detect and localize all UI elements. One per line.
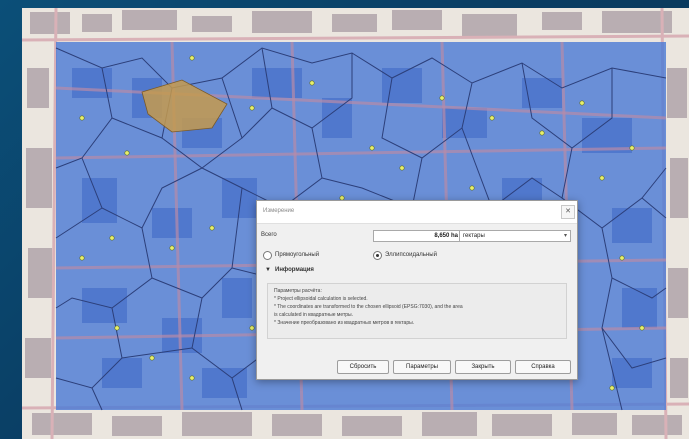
- dialog-titlebar[interactable]: Измерение ✕: [257, 201, 577, 224]
- unit-select[interactable]: гектары ▾: [459, 230, 571, 242]
- info-line: Параметры расчёта:: [274, 288, 322, 294]
- settings-button[interactable]: Параметры: [393, 360, 451, 374]
- area-label: Всего: [261, 232, 277, 238]
- close-icon[interactable]: ✕: [561, 205, 575, 219]
- dialog-title: Измерение: [263, 208, 295, 214]
- area-value-field[interactable]: 8,650 ha: [373, 230, 462, 242]
- radio-ellipsoidal[interactable]: [373, 251, 382, 260]
- measure-dialog: Измерение ✕ Всего 8,650 ha гектары ▾ Пря…: [256, 200, 578, 380]
- info-line: * Значение преобразовано из квадратных м…: [274, 320, 415, 326]
- info-line: is calculated in квадратные метры.: [274, 312, 354, 318]
- unit-select-value: гектары: [463, 233, 485, 239]
- info-panel: Параметры расчёта: * Project ellipsoidal…: [267, 283, 567, 339]
- radio-cartesian[interactable]: [263, 251, 272, 260]
- chevron-down-icon: ▾: [563, 233, 567, 239]
- help-button[interactable]: Справка: [515, 360, 571, 374]
- info-line: * The coordinates are transformed to the…: [274, 304, 463, 310]
- info-header[interactable]: Информация: [275, 267, 314, 273]
- info-collapse-icon[interactable]: ▼: [265, 267, 271, 273]
- close-button[interactable]: Закрыть: [455, 360, 511, 374]
- radio-cartesian-label: Прямоугольный: [275, 252, 320, 258]
- radio-ellipsoidal-label: Эллипсоидальный: [385, 252, 437, 258]
- reset-button[interactable]: Сбросить: [337, 360, 389, 374]
- info-line: * Project ellipsoidal calculation is sel…: [274, 296, 368, 302]
